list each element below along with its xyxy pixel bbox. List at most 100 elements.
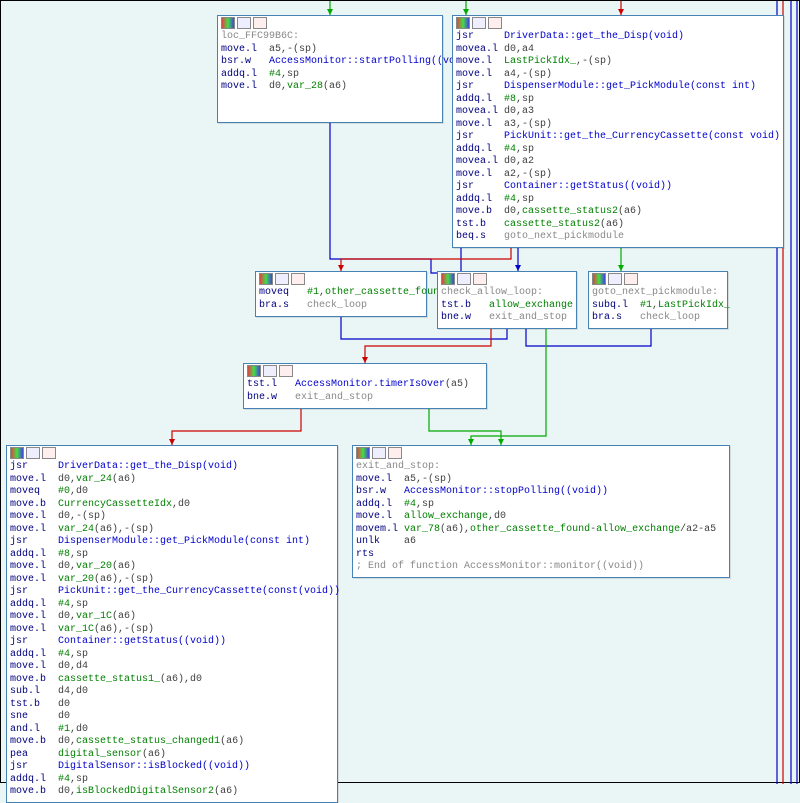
asm-line: addq.l #4,sp [356, 499, 726, 512]
graph-node-n2[interactable]: jsr DriverData::get_the_Disp(void)movea.… [452, 15, 784, 248]
asm-line: move.b d0,cassette_status2(a6) [456, 206, 780, 219]
asm-line: addq.l #4,sp [456, 144, 780, 157]
window-icon[interactable] [372, 447, 386, 459]
color-icon[interactable] [456, 17, 470, 29]
graph-node-n6[interactable]: tst.l AccessMonitor.timerIsOver(a5)bne.w… [243, 363, 487, 409]
asm-line: jsr PickUnit::get_the_CurrencyCassette(c… [10, 586, 334, 599]
node-label: exit_and_stop: [356, 461, 726, 474]
asm-line: addq.l #4,sp [10, 649, 334, 662]
asm-line: move.b cassette_status1_(a6),d0 [10, 674, 334, 687]
window-icon[interactable] [275, 273, 289, 285]
asm-line: rts [356, 549, 726, 562]
window-icon[interactable] [26, 447, 40, 459]
asm-line: beq.s goto_next_pickmodule [456, 231, 780, 244]
list-icon[interactable] [473, 273, 487, 285]
color-icon[interactable] [441, 273, 455, 285]
asm-line: bsr.w AccessMonitor::stopPolling((void)) [356, 486, 726, 499]
list-icon[interactable] [291, 273, 305, 285]
list-icon[interactable] [488, 17, 502, 29]
asm-line: tst.b cassette_status2(a6) [456, 219, 780, 232]
asm-line: pea digital_sensor(a6) [10, 749, 334, 762]
asm-line: and.l #1,d0 [10, 724, 334, 737]
window-icon[interactable] [263, 365, 277, 377]
asm-line: move.l d0,var_28(a6) [221, 81, 439, 94]
asm-line: jsr DriverData::get_the_Disp(void) [456, 31, 780, 44]
window-icon[interactable] [237, 17, 251, 29]
asm-line: move.l d0,d4 [10, 661, 334, 674]
node-label: check_allow_loop: [441, 287, 573, 300]
list-icon[interactable] [388, 447, 402, 459]
asm-line: moveq #0,d0 [10, 486, 334, 499]
asm-line: move.l d0,var_24(a6) [10, 474, 334, 487]
asm-line: addq.l #4,sp [10, 599, 334, 612]
asm-line: move.l d0,var_1C(a6) [10, 611, 334, 624]
list-icon[interactable] [624, 273, 638, 285]
asm-line: addq.l #4,sp [221, 69, 439, 82]
window-icon[interactable] [457, 273, 471, 285]
list-icon[interactable] [253, 17, 267, 29]
asm-line: bne.w exit_and_stop [247, 392, 483, 405]
list-icon[interactable] [42, 447, 56, 459]
asm-line: move.l a2,-(sp) [456, 169, 780, 182]
node-toolbar[interactable] [221, 17, 439, 29]
graph-node-n7[interactable]: jsr DriverData::get_the_Disp(void)move.l… [6, 445, 338, 803]
asm-line: move.l var_20(a6),-(sp) [10, 574, 334, 587]
color-icon[interactable] [247, 365, 261, 377]
node-toolbar[interactable] [456, 17, 780, 29]
asm-line: tst.b d0 [10, 699, 334, 712]
window-icon[interactable] [608, 273, 622, 285]
asm-line: move.l LastPickIdx_,-(sp) [456, 56, 780, 69]
asm-line: jsr DispenserModule::get_PickModule(cons… [456, 81, 780, 94]
node-toolbar[interactable] [356, 447, 726, 459]
node-toolbar[interactable] [592, 273, 724, 285]
asm-line: movem.l var_78(a6),other_cassette_found-… [356, 524, 726, 537]
graph-node-n3[interactable]: moveq #1,other_cassette_foundbra.s check… [255, 271, 427, 317]
node-label: goto_next_pickmodule: [592, 287, 724, 300]
flow-edge [365, 328, 491, 363]
node-toolbar[interactable] [10, 447, 334, 459]
node-toolbar[interactable] [247, 365, 483, 377]
color-icon[interactable] [259, 273, 273, 285]
list-icon[interactable] [279, 365, 293, 377]
asm-line: movea.l d0,a2 [456, 156, 780, 169]
asm-line: move.b d0,cassette_status_changed1(a6) [10, 736, 334, 749]
asm-line: bsr.w AccessMonitor::startPolling((void)… [221, 56, 439, 69]
asm-line: move.l a3,-(sp) [456, 119, 780, 132]
asm-line: jsr DigitalSensor::isBlocked((void)) [10, 761, 334, 774]
node-toolbar[interactable] [259, 273, 423, 285]
asm-line: tst.l AccessMonitor.timerIsOver(a5) [247, 379, 483, 392]
flow-edge [172, 409, 301, 445]
graph-node-n1[interactable]: loc_FFC99B6C:move.l a5,-(sp)bsr.w Access… [217, 15, 443, 123]
asm-line: jsr Container::getStatus((void)) [456, 181, 780, 194]
asm-line: sne d0 [10, 711, 334, 724]
asm-line: bra.s check_loop [592, 312, 724, 325]
asm-line: jsr PickUnit::get_the_CurrencyCassette(c… [456, 131, 780, 144]
asm-line: movea.l d0,a4 [456, 44, 780, 57]
asm-line: move.l d0,var_20(a6) [10, 561, 334, 574]
asm-line: move.b d0,isBlockedDigitalSensor2(a6) [10, 786, 334, 799]
graph-node-n8[interactable]: exit_and_stop:move.l a5,-(sp)bsr.w Acces… [352, 445, 730, 578]
flow-edge [429, 409, 501, 445]
asm-line: move.l a4,-(sp) [456, 69, 780, 82]
asm-line: subq.l #1,LastPickIdx_ [592, 300, 724, 313]
graph-node-n5[interactable]: goto_next_pickmodule:subq.l #1,LastPickI… [588, 271, 728, 329]
color-icon[interactable] [592, 273, 606, 285]
asm-line: movea.l d0,a3 [456, 106, 780, 119]
asm-line: move.l a5,-(sp) [356, 474, 726, 487]
graph-node-n4[interactable]: check_allow_loop:tst.b allow_exchangebne… [437, 271, 577, 329]
asm-line: unlk a6 [356, 536, 726, 549]
color-icon[interactable] [356, 447, 370, 459]
asm-line: move.l a5,-(sp) [221, 44, 439, 57]
asm-line: moveq #1,other_cassette_found [259, 287, 423, 300]
color-icon[interactable] [10, 447, 24, 459]
asm-line: move.l var_1C(a6),-(sp) [10, 624, 334, 637]
asm-line: addq.l #4,sp [10, 774, 334, 787]
asm-line: addq.l #8,sp [10, 549, 334, 562]
asm-line: move.l allow_exchange,d0 [356, 511, 726, 524]
color-icon[interactable] [221, 17, 235, 29]
asm-line: addq.l #4,sp [456, 194, 780, 207]
node-toolbar[interactable] [441, 273, 573, 285]
window-icon[interactable] [472, 17, 486, 29]
asm-line: bra.s check_loop [259, 300, 423, 313]
node-label: loc_FFC99B6C: [221, 31, 439, 44]
